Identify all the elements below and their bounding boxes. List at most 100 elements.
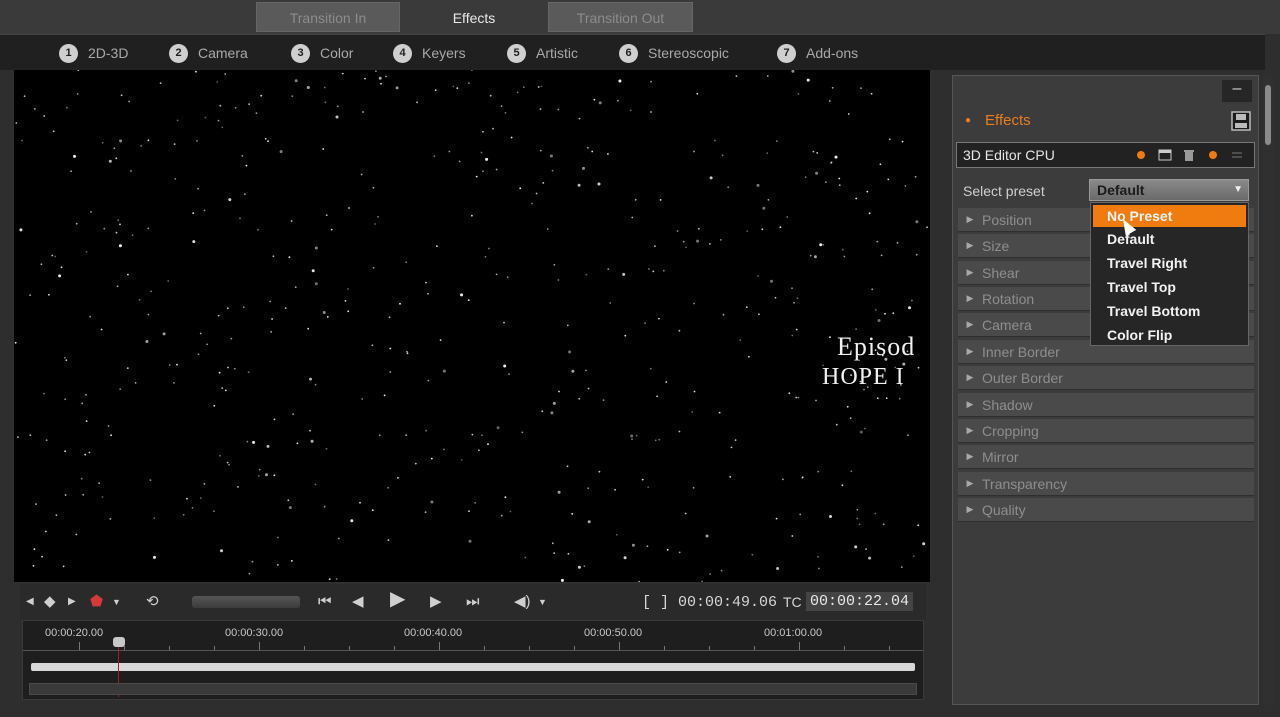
star bbox=[758, 313, 760, 316]
ruler-tick bbox=[529, 646, 530, 650]
trash-icon[interactable] bbox=[1182, 148, 1196, 162]
section-cropping[interactable]: ▶ Cropping bbox=[958, 419, 1254, 443]
star bbox=[233, 367, 236, 370]
category-camera[interactable]: 2 Camera bbox=[169, 43, 248, 63]
clip-track[interactable] bbox=[31, 663, 915, 671]
preset-dropdown[interactable]: Default ▼ bbox=[1089, 179, 1249, 201]
star bbox=[73, 154, 76, 158]
star bbox=[448, 150, 451, 153]
star bbox=[791, 287, 793, 290]
shuttle-slider[interactable] bbox=[192, 596, 300, 608]
star bbox=[696, 92, 699, 95]
star bbox=[691, 411, 694, 413]
tab-transition-in[interactable]: Transition In bbox=[256, 2, 400, 32]
star bbox=[149, 479, 152, 481]
minimize-button[interactable]: – bbox=[1222, 80, 1252, 102]
section-shadow[interactable]: ▶ Shadow bbox=[958, 393, 1254, 417]
star bbox=[535, 192, 538, 195]
timeline-scrollbar[interactable] bbox=[29, 683, 917, 695]
video-preview[interactable]: Episod HOPE I . . bbox=[14, 70, 930, 582]
category-2d-3d[interactable]: 1 2D-3D bbox=[59, 43, 128, 63]
volume-dropdown-icon[interactable]: ▼ bbox=[538, 593, 547, 611]
star bbox=[192, 240, 196, 244]
current-timecode-field[interactable]: 00:00:22.04 bbox=[806, 592, 914, 611]
star bbox=[779, 226, 782, 229]
effect-row-3d-editor[interactable]: 3D Editor CPU bbox=[956, 142, 1255, 168]
star bbox=[115, 157, 118, 160]
section-mirror[interactable]: ▶ Mirror bbox=[958, 445, 1254, 469]
category-color[interactable]: 3 Color bbox=[291, 43, 353, 63]
star bbox=[649, 367, 652, 370]
step-forward-icon[interactable]: ▶ bbox=[430, 593, 442, 611]
marker-dropdown-icon[interactable]: ▼ bbox=[112, 593, 121, 611]
star bbox=[795, 396, 798, 399]
preset-option-travel-right[interactable]: Travel Right bbox=[1091, 251, 1248, 275]
star bbox=[652, 270, 655, 273]
category-stereoscopic[interactable]: 6 Stereoscopic bbox=[619, 43, 729, 63]
star bbox=[825, 181, 827, 183]
star bbox=[430, 457, 433, 460]
go-to-start-icon[interactable]: ⏮ bbox=[318, 593, 332, 611]
category-keyers[interactable]: 4 Keyers bbox=[393, 43, 466, 63]
save-preset-icon[interactable] bbox=[1230, 110, 1252, 132]
enable-toggle-icon[interactable] bbox=[1206, 148, 1220, 162]
starfield-image bbox=[14, 70, 928, 582]
preset-option-default[interactable]: Default bbox=[1091, 227, 1248, 251]
timeline[interactable]: 00:00:20.00 00:00:30.00 00:00:40.00 00:0… bbox=[22, 620, 924, 700]
star bbox=[174, 178, 177, 180]
scrollbar-thumb[interactable] bbox=[1265, 85, 1271, 145]
section-transparency[interactable]: ▶ Transparency bbox=[958, 472, 1254, 496]
drag-handle-icon[interactable] bbox=[1230, 148, 1244, 162]
preset-option-travel-top[interactable]: Travel Top bbox=[1091, 275, 1248, 299]
preset-option-color-flip[interactable]: Color Flip bbox=[1091, 323, 1248, 347]
star bbox=[458, 160, 461, 163]
star bbox=[876, 240, 879, 243]
play-icon[interactable]: ▶ bbox=[390, 589, 405, 609]
volume-icon[interactable]: ◀) bbox=[514, 593, 531, 611]
star bbox=[866, 190, 869, 193]
star bbox=[336, 105, 339, 108]
panel-scrollbar[interactable] bbox=[1263, 75, 1273, 705]
star bbox=[868, 556, 872, 560]
star bbox=[239, 217, 241, 220]
preset-option-travel-bottom[interactable]: Travel Bottom bbox=[1091, 299, 1248, 323]
category-artistic[interactable]: 5 Artistic bbox=[507, 43, 578, 63]
prev-keyframe-icon[interactable]: ◀ bbox=[26, 593, 34, 611]
star bbox=[748, 355, 750, 358]
section-quality[interactable]: ▶ Quality bbox=[958, 498, 1254, 522]
star bbox=[816, 152, 819, 154]
star bbox=[813, 255, 817, 259]
top-tab-bar: Transition In Effects Transition Out bbox=[0, 0, 1280, 34]
expand-arrow-icon: ▶ bbox=[966, 346, 974, 356]
star bbox=[539, 149, 542, 152]
star bbox=[257, 475, 260, 477]
keyframe-toggle-icon[interactable] bbox=[1134, 148, 1148, 162]
window-icon[interactable] bbox=[1158, 148, 1172, 162]
tab-effects[interactable]: Effects bbox=[402, 2, 546, 32]
star bbox=[257, 228, 259, 231]
section-outer-border[interactable]: ▶ Outer Border bbox=[958, 366, 1254, 390]
star bbox=[678, 551, 681, 554]
star bbox=[685, 246, 687, 249]
star bbox=[389, 371, 392, 373]
star bbox=[786, 216, 789, 218]
tab-transition-out[interactable]: Transition Out bbox=[548, 2, 693, 32]
star bbox=[348, 207, 350, 209]
star bbox=[65, 359, 68, 362]
go-to-end-icon[interactable]: ⏭ bbox=[466, 593, 480, 611]
marker-icon[interactable]: ⬟ bbox=[90, 593, 103, 611]
playhead-handle[interactable] bbox=[113, 637, 125, 647]
expand-arrow-icon: ▶ bbox=[966, 451, 974, 461]
preset-option-no-preset[interactable]: No Preset bbox=[1093, 205, 1246, 227]
star bbox=[495, 273, 498, 276]
category-add-ons[interactable]: 7 Add-ons bbox=[777, 43, 858, 63]
star bbox=[323, 505, 326, 508]
loop-icon[interactable]: ⟲ bbox=[146, 593, 159, 611]
step-back-icon[interactable]: ◀ bbox=[352, 593, 364, 611]
star bbox=[219, 104, 222, 107]
star bbox=[362, 111, 364, 113]
star bbox=[196, 140, 198, 142]
keyframe-diamond-icon[interactable]: ◆ bbox=[44, 593, 56, 611]
star bbox=[658, 438, 661, 441]
next-keyframe-icon[interactable]: ▶ bbox=[68, 593, 76, 611]
